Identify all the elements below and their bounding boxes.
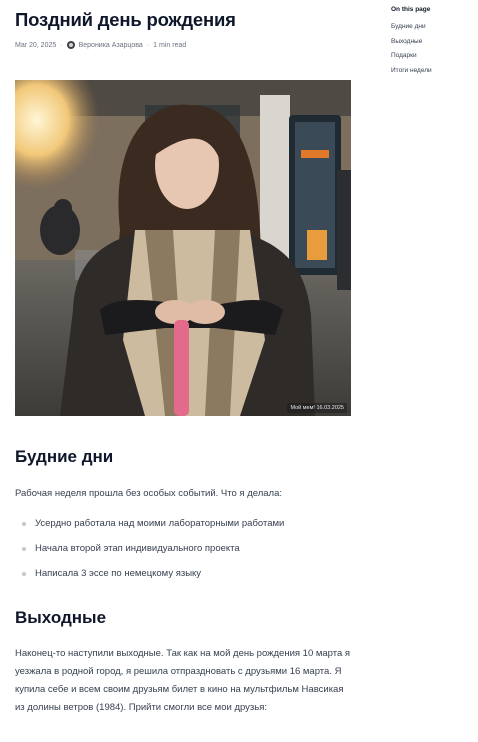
photo-illustration <box>15 80 351 416</box>
article-photo: Мой мем! 16.03.2025 <box>15 80 351 416</box>
toc-link-weekdays[interactable]: Будние дни <box>391 23 475 30</box>
photo-caption: Мой мем! 16.03.2025 <box>287 403 347 413</box>
meta-separator: · <box>146 41 150 49</box>
article-title: Поздний день рождения <box>15 9 236 30</box>
table-of-contents: On this page Будние дни Выходные Подарки… <box>391 6 475 81</box>
weekend-paragraph: Наконец-то наступили выходные. Так как н… <box>15 648 351 713</box>
toc-link-weekend[interactable]: Выходные <box>391 38 475 45</box>
list-item: Усердно работала над моими лабораторными… <box>15 517 284 542</box>
list-item: Написала 3 эссе по немецкому языку <box>15 567 284 592</box>
article-header: Поздний день рождения Mar 20, 2025 · Вер… <box>15 0 355 49</box>
weekdays-intro: Рабочая неделя прошла без особых событий… <box>15 488 283 499</box>
toc-title: On this page <box>391 6 431 13</box>
section-heading-weekdays: Будние дни <box>15 447 114 466</box>
read-time: 1 min read <box>153 41 187 49</box>
author-avatar-icon <box>66 41 75 49</box>
toc-link-gifts[interactable]: Подарки <box>391 52 475 59</box>
article-date: Mar 20, 2025 <box>15 41 57 49</box>
toc-link-summary[interactable]: Итоги недели <box>391 67 475 74</box>
meta-separator: · <box>60 41 63 49</box>
list-item: Начала второй этап индивидуального проек… <box>15 542 284 567</box>
section-heading-weekend: Выходные <box>15 608 107 627</box>
article-meta: Mar 20, 2025 · Вероника Азарцова · 1 min… <box>15 41 355 49</box>
weekdays-list: Усердно работала над моими лабораторными… <box>15 517 284 592</box>
author-name[interactable]: Вероника Азарцова <box>79 42 143 49</box>
